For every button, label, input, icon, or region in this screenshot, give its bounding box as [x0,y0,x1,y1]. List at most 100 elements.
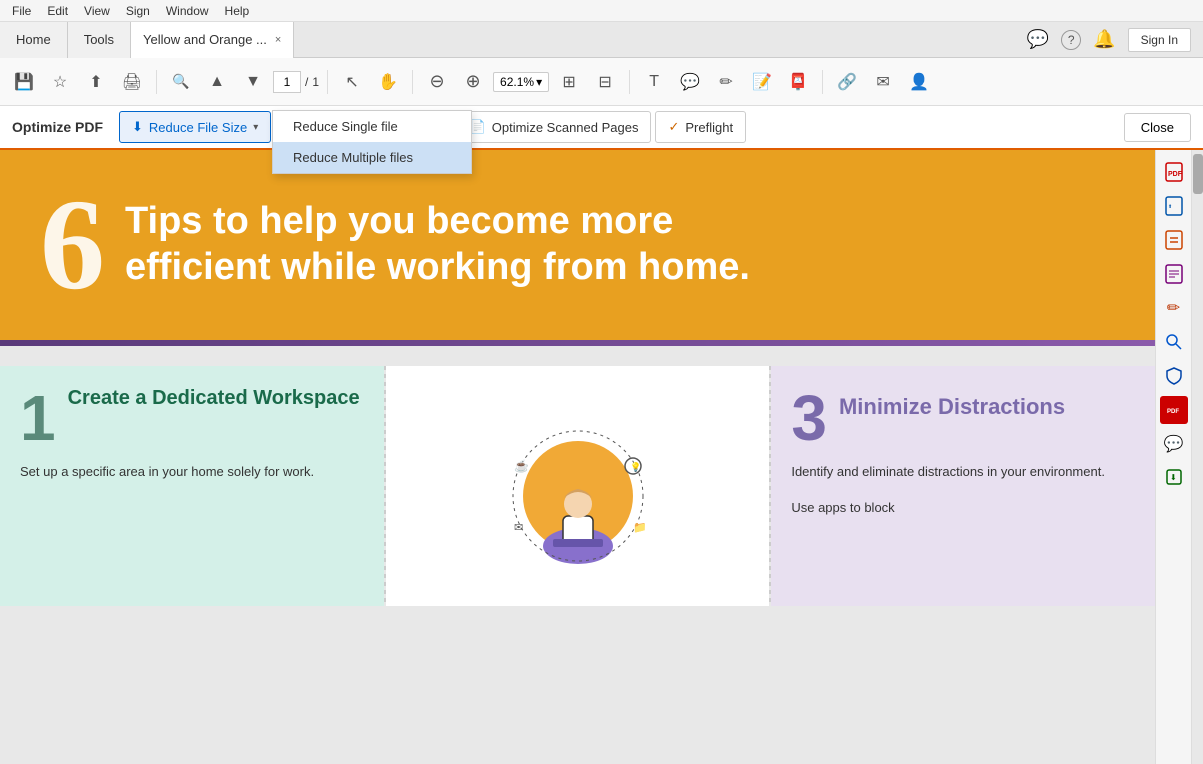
hand-tool-button[interactable]: ✋ [372,66,404,98]
sidebar-security-icon[interactable] [1160,362,1188,390]
optimize-bar: Optimize PDF ⬇ Reduce File Size ▾ ⚙ Adva… [0,106,1203,150]
link-button[interactable]: 🔗 [831,66,863,98]
svg-text:⬆: ⬆ [1168,204,1172,210]
menu-sign[interactable]: Sign [118,2,158,20]
sidebar-edit-icon[interactable]: ✏ [1160,294,1188,322]
page-total: 1 [312,75,319,89]
card1-description: Set up a specific area in your home sole… [20,462,364,483]
pdf-content: 6 Tips to help you become more efficient… [0,150,1155,764]
comment-tool-button[interactable]: 💬 [674,66,706,98]
svg-text:💡: 💡 [630,461,641,472]
bell-icon[interactable]: 🔔 [1093,29,1115,50]
sidebar-search-icon[interactable] [1160,328,1188,356]
menu-edit[interactable]: Edit [39,2,76,20]
comment-icon[interactable]: 💬 [1027,29,1049,50]
sidebar-pdf-viewer-icon[interactable]: PDF [1160,396,1188,424]
divider-2 [327,70,328,94]
page-navigation: / 1 [273,71,319,93]
divider-3 [412,70,413,94]
fit-width-button[interactable]: ⊟ [589,66,621,98]
optimize-title: Optimize PDF [12,119,103,135]
reduce-dropdown-arrow: ▾ [253,122,258,133]
svg-text:☕: ☕ [514,458,529,473]
sidebar-download-icon[interactable]: ⬇ [1160,464,1188,492]
vertical-scrollbar[interactable] [1191,150,1203,764]
preflight-button[interactable]: ✓ Preflight [655,111,746,143]
pdf-big-number: 6 [40,180,105,310]
page-input[interactable] [273,71,301,93]
sign-in-button[interactable]: Sign In [1128,28,1191,52]
divider-4 [629,70,630,94]
svg-text:⬇: ⬇ [1170,473,1177,482]
save-button[interactable]: 💾 [8,66,40,98]
menu-file[interactable]: File [4,2,39,20]
prev-page-button[interactable]: ▲ [201,66,233,98]
stamp-button[interactable]: 📮 [782,66,814,98]
close-button[interactable]: Close [1124,113,1191,142]
page-separator: / [305,75,308,89]
reduce-multiple-files-option[interactable]: Reduce Multiple files [273,142,471,173]
zoom-out-tool-button[interactable]: 🔍 [165,66,197,98]
help-icon[interactable]: ? [1061,30,1081,50]
zoom-level: 62.1% [500,75,534,89]
svg-text:PDF: PDF [1168,171,1183,178]
card-1: 1 Create a Dedicated Workspace Set up a … [0,366,384,606]
scrollbar-thumb[interactable] [1193,154,1203,194]
sidebar-compress-icon[interactable] [1160,226,1188,254]
card3-number: 3 [791,386,827,450]
user-button[interactable]: 👤 [903,66,935,98]
next-page-button[interactable]: ▼ [237,66,269,98]
divider-1 [156,70,157,94]
preflight-label: Preflight [685,120,733,135]
menu-view[interactable]: View [76,2,118,20]
highlight-button[interactable]: 📝 [746,66,778,98]
toolbar: 💾 ☆ ⬆ 🖨 🔍 ▲ ▼ / 1 ↖ ✋ ⊖ ⊕ 62.1% ▾ ⊞ ⊟ T … [0,58,1203,106]
card3-title: Minimize Distractions [839,394,1065,420]
card3-desc2: Use apps to block [791,498,1135,519]
tab-bar-actions: 💬 ? 🔔 Sign In [1027,28,1203,52]
pdf-header-section: 6 Tips to help you become more efficient… [0,150,1155,340]
sidebar-export-icon[interactable]: ⬆ [1160,192,1188,220]
sidebar-pdf-icon[interactable]: PDF [1160,158,1188,186]
reduce-file-size-icon: ⬇ [132,119,143,135]
zoom-in-button[interactable]: ⊕ [457,66,489,98]
tab-doc-label: Yellow and Orange ... [143,32,267,47]
svg-text:✉: ✉ [514,522,523,534]
upload-button[interactable]: ⬆ [80,66,112,98]
reduce-file-size-label: Reduce File Size [149,120,247,135]
optimize-scanned-button[interactable]: 📄 Optimize Scanned Pages [457,111,652,143]
tab-bar: Home Tools Yellow and Orange ... × 💬 ? 🔔… [0,22,1203,58]
optimize-scanned-label: Optimize Scanned Pages [492,120,639,135]
sidebar-comment-icon[interactable]: 💬 [1160,430,1188,458]
print-button[interactable]: 🖨 [116,66,148,98]
reduce-single-file-option[interactable]: Reduce Single file [273,111,471,142]
zoom-selector[interactable]: 62.1% ▾ [493,72,549,92]
bookmark-button[interactable]: ☆ [44,66,76,98]
tab-document[interactable]: Yellow and Orange ... × [131,22,294,58]
card1-number: 1 [20,386,56,450]
svg-text:PDF: PDF [1167,409,1179,415]
svg-text:📁: 📁 [633,522,647,534]
zoom-arrow-icon: ▾ [536,75,542,89]
pdf-title-line1: Tips to help you become more efficient w… [125,199,750,290]
close-tab-icon[interactable]: × [275,34,281,46]
optimize-scanned-icon: 📄 [470,119,486,135]
pencil-button[interactable]: ✏ [710,66,742,98]
fit-page-button[interactable]: ⊞ [553,66,585,98]
menu-bar: File Edit View Sign Window Help [0,0,1203,22]
email-button[interactable]: ✉ [867,66,899,98]
zoom-out-button[interactable]: ⊖ [421,66,453,98]
select-tool-button[interactable]: ↖ [336,66,368,98]
menu-help[interactable]: Help [217,2,258,20]
tab-home[interactable]: Home [0,22,68,58]
tab-tools[interactable]: Tools [68,22,131,58]
reduce-file-size-button[interactable]: ⬇ Reduce File Size ▾ [119,111,271,143]
card-3: 3 Minimize Distractions Identify and eli… [771,366,1155,606]
divider-5 [822,70,823,94]
menu-window[interactable]: Window [158,2,217,20]
illustration-svg: 💡 ☕ 📁 ✉ [478,386,678,586]
sidebar-doc-icon[interactable] [1160,260,1188,288]
typewriter-button[interactable]: T [638,66,670,98]
pdf-cards: 1 Create a Dedicated Workspace Set up a … [0,346,1155,626]
preflight-icon: ✓ [668,119,679,135]
